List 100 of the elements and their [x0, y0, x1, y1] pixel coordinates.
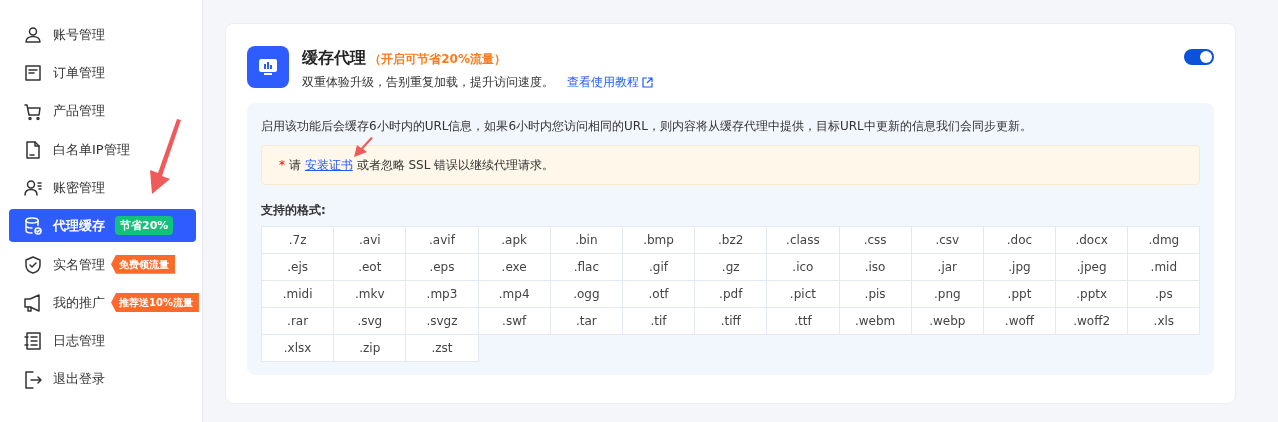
format-cell: .avi [333, 226, 407, 255]
panel-subtitle: 双重体验升级，告别重复加载，提升访问速度。 [302, 74, 554, 92]
format-cell: .csv [910, 226, 984, 255]
sidebar-label: 日志管理 [53, 332, 105, 351]
format-cell: .zip [333, 334, 407, 363]
savings-note: （开启可节省20%流量） [369, 51, 506, 68]
format-cell: .ico [766, 253, 840, 282]
shield-icon [23, 254, 43, 275]
sidebar-item[interactable]: 账号管理 [9, 18, 196, 51]
sidebar-item[interactable]: 代理缓存 节省20% [9, 209, 196, 243]
sidebar-item[interactable]: 实名管理 免费领流量 [9, 247, 196, 281]
format-cell: .class [766, 226, 840, 255]
format-cell: .apk [477, 226, 551, 255]
sidebar-label: 我的推广 [53, 293, 105, 312]
database-icon [23, 216, 43, 236]
install-certificate-link[interactable]: 安装证书 [304, 158, 353, 173]
format-cell: .pdf [694, 280, 768, 309]
description-text: 启用该功能后会缓存6小时内的URL信息，如果6小时内您访问相同的URL，则内容将从缓存代理中提供，目标URL中更新的信息我们会同步更新。 [261, 118, 1033, 136]
format-cell: .gif [621, 253, 696, 282]
format-cell: .mid [1127, 253, 1201, 282]
format-cell: .jpeg [1055, 253, 1129, 282]
format-cell: .docx [1055, 226, 1129, 255]
format-cell: .woff [982, 307, 1057, 336]
panel-title: 缓存代理 [302, 47, 366, 69]
format-cell: .png [910, 280, 984, 309]
format-cell: .mp3 [405, 280, 479, 309]
sidebar-label: 退出登录 [53, 370, 105, 389]
sidebar-label: 实名管理 [53, 255, 105, 274]
sidebar-label: 账密管理 [53, 178, 105, 197]
format-cell: .css [838, 226, 912, 255]
format-cell: .tif [621, 307, 696, 336]
log-icon [23, 330, 43, 351]
badge-label: 节省20% [115, 216, 174, 236]
toggle-switch[interactable] [1184, 49, 1214, 65]
format-cell: .tar [549, 307, 623, 336]
format-cell: .otf [621, 280, 696, 309]
sidebar-item[interactable]: 我的推广 推荐送10%流量 [9, 286, 196, 320]
cart-icon [23, 101, 43, 122]
file-icon [23, 139, 43, 160]
sidebar-item[interactable]: 退出登录 [9, 362, 196, 396]
sidebar-label: 订单管理 [53, 64, 105, 83]
format-cell: .mkv [333, 280, 407, 309]
format-cell: .ogg [549, 280, 623, 309]
format-cell: .xlsx [261, 334, 335, 363]
format-cell: .ttf [766, 307, 840, 336]
format-cell: .webp [910, 307, 984, 336]
format-cell: .pptx [1055, 280, 1129, 309]
format-cell: .doc [982, 226, 1057, 255]
format-cell: .rar [261, 307, 335, 336]
format-cell: .eps [405, 253, 479, 282]
format-cell: .svg [333, 307, 407, 336]
format-cell: .jpg [982, 253, 1057, 282]
cache-logo-icon [247, 46, 289, 88]
sidebar-label: 账号管理 [53, 25, 105, 44]
format-cell: .eot [333, 253, 407, 282]
format-cell: .iso [838, 253, 912, 282]
format-cell: .dmg [1127, 226, 1201, 255]
format-cell: .woff2 [1055, 307, 1129, 336]
format-cell: .pict [766, 280, 840, 309]
format-cell: .flac [549, 253, 623, 282]
external-link-icon [642, 76, 654, 88]
user-list-icon [23, 177, 43, 198]
sidebar-label: 产品管理 [53, 102, 105, 121]
sidebar-item[interactable]: 产品管理 [9, 94, 196, 128]
format-cell: .gz [694, 253, 768, 282]
formats-label: 支持的格式: [261, 202, 327, 220]
sidebar-item[interactable]: 白名单IP管理 [9, 132, 196, 166]
format-cell: .bin [549, 226, 623, 255]
required-mark: * [279, 157, 285, 175]
megaphone-icon [23, 292, 43, 313]
badge-label: 推荐送10%流量 [111, 293, 199, 313]
format-cell: .tiff [694, 307, 768, 336]
format-cell: .bmp [621, 226, 696, 255]
logout-icon [23, 369, 43, 390]
format-cell: .pis [838, 280, 912, 309]
format-cell: .ppt [982, 280, 1057, 309]
tutorial-link[interactable]: 查看使用教程 [567, 73, 654, 92]
format-cell: .jar [910, 253, 984, 282]
notice-text: 请 安装证书 或者忽略 SSL 错误以继续代理请求。 [289, 157, 555, 175]
format-cell: .ps [1127, 280, 1201, 309]
format-cell: .zst [405, 334, 479, 363]
format-cell: .svgz [405, 307, 479, 336]
user-icon [23, 24, 43, 45]
format-cell: .ejs [261, 253, 335, 282]
format-cell: .xls [1127, 307, 1201, 336]
sidebar-item[interactable]: 订单管理 [9, 56, 196, 90]
format-cell: .mp4 [477, 280, 551, 309]
format-cell: .7z [261, 226, 335, 255]
format-cell: .webm [838, 307, 912, 336]
sidebar-label: 白名单IP管理 [53, 140, 130, 159]
sidebar-item[interactable]: 日志管理 [9, 324, 196, 358]
sidebar-label: 代理缓存 [53, 217, 105, 236]
format-cell: .bz2 [694, 226, 768, 255]
format-cell: .exe [477, 253, 551, 282]
format-cell: .avif [405, 226, 479, 255]
format-cell: .midi [261, 280, 335, 309]
document-icon [23, 62, 43, 83]
sidebar-item[interactable]: 账密管理 [9, 171, 196, 205]
badge-label: 免费领流量 [111, 254, 175, 274]
annotation-arrow [352, 137, 374, 158]
